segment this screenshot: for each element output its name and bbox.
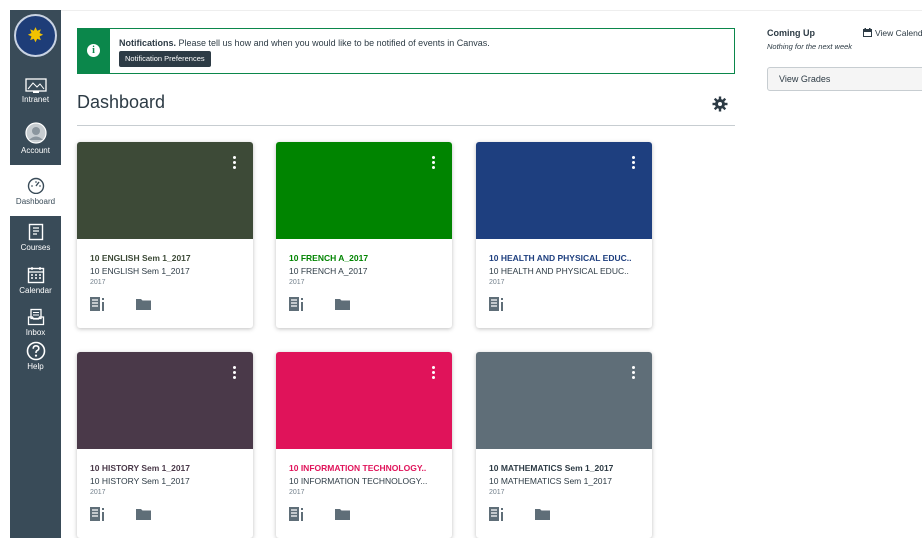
card-hero[interactable] [476, 142, 652, 239]
files-icon[interactable] [335, 508, 350, 520]
nav-label: Inbox [25, 328, 46, 337]
course-subtitle: 10 HEALTH AND PHYSICAL EDUC.. [489, 266, 629, 276]
course-title[interactable]: 10 MATHEMATICS Sem 1_2017 [489, 463, 613, 473]
card-options-icon[interactable] [233, 366, 237, 381]
announcements-icon[interactable] [90, 507, 106, 521]
nav-item-help[interactable]: Help [10, 341, 61, 377]
card-hero[interactable] [476, 352, 652, 449]
card-options-icon[interactable] [432, 156, 436, 171]
card-hero[interactable] [77, 352, 253, 449]
course-title[interactable]: 10 HISTORY Sem 1_2017 [90, 463, 190, 473]
course-title[interactable]: 10 FRENCH A_2017 [289, 253, 368, 263]
help-icon [26, 341, 45, 361]
nav-item-courses[interactable]: Courses [10, 223, 61, 259]
course-term: 2017 [90, 489, 106, 496]
view-grades-button[interactable]: View Grades [767, 67, 922, 91]
course-term: 2017 [289, 489, 305, 496]
card-hero[interactable] [77, 142, 253, 239]
announcements-icon[interactable] [289, 297, 305, 311]
nav-label: Help [27, 362, 44, 371]
card-hero[interactable] [276, 142, 452, 239]
announcements-icon[interactable] [289, 507, 305, 521]
course-term: 2017 [289, 279, 305, 286]
card-options-icon[interactable] [632, 156, 636, 171]
page-title: Dashboard [77, 92, 166, 112]
left-edge [0, 10, 10, 538]
nav-label: Courses [20, 243, 51, 252]
calendar-icon [27, 267, 44, 284]
announcements-icon[interactable] [489, 297, 505, 311]
course-subtitle: 10 HISTORY Sem 1_2017 [90, 476, 190, 486]
course-term: 2017 [489, 489, 505, 496]
nav-item-inbox[interactable]: Inbox [10, 308, 61, 344]
card-options-icon[interactable] [233, 156, 237, 171]
course-card[interactable]: 10 MATHEMATICS Sem 1_2017 10 MATHEMATICS… [476, 352, 652, 538]
notification-title: Notifications. [119, 38, 177, 48]
nav-item-calendar[interactable]: Calendar [10, 266, 61, 302]
avatar-icon [24, 122, 47, 144]
files-icon[interactable] [136, 298, 151, 310]
course-subtitle: 10 MATHEMATICS Sem 1_2017 [489, 476, 612, 486]
nav-label: Calendar [19, 286, 52, 295]
course-card[interactable]: 10 ENGLISH Sem 1_2017 10 ENGLISH Sem 1_2… [77, 142, 253, 328]
info-icon: i [87, 44, 100, 57]
course-title[interactable]: 10 ENGLISH Sem 1_2017 [90, 253, 191, 263]
nav-item-intranet[interactable]: Intranet [10, 78, 61, 116]
course-term: 2017 [90, 279, 106, 286]
nav-item-dashboard[interactable]: Dashboard [10, 165, 61, 216]
course-subtitle: 10 FRENCH A_2017 [289, 266, 368, 276]
courses-icon [28, 223, 43, 241]
course-card[interactable]: 10 HISTORY Sem 1_2017 10 HISTORY Sem 1_2… [77, 352, 253, 538]
coming-up-heading: Coming Up [767, 28, 815, 38]
nav-label: Intranet [21, 95, 50, 104]
card-options-icon[interactable] [432, 366, 436, 381]
course-card[interactable]: 10 HEALTH AND PHYSICAL EDUC.. 10 HEALTH … [476, 142, 652, 328]
course-title[interactable]: 10 HEALTH AND PHYSICAL EDUC.. [489, 253, 631, 263]
nav-label: Account [21, 146, 50, 155]
view-calendar-link[interactable]: View Calenda [863, 28, 922, 38]
course-subtitle: 10 ENGLISH Sem 1_2017 [90, 266, 190, 276]
card-options-icon[interactable] [632, 366, 636, 381]
dashboard-icon [27, 177, 44, 194]
files-icon[interactable] [136, 508, 151, 520]
coming-up-empty: Nothing for the next week [767, 42, 853, 51]
inbox-icon [27, 308, 44, 326]
gear-icon[interactable] [712, 96, 728, 112]
course-card[interactable]: 10 FRENCH A_2017 10 FRENCH A_2017 2017 [276, 142, 452, 328]
school-logo[interactable]: ✸ [14, 14, 57, 57]
announcements-icon[interactable] [489, 507, 505, 521]
view-calendar-label[interactable]: View Calenda [875, 28, 922, 38]
intranet-icon [24, 78, 47, 93]
nav-label: Dashboard [15, 197, 56, 206]
files-icon[interactable] [535, 508, 550, 520]
notification-message: Notifications. Please tell us how and wh… [119, 38, 490, 48]
course-subtitle: 10 INFORMATION TECHNOLOGY... [289, 476, 428, 486]
notification-side: i [78, 29, 110, 73]
global-nav: ✸ Intranet Account Dashboard Courses Cal… [10, 10, 61, 538]
notification-text: Please tell us how and when you would li… [178, 38, 490, 48]
nav-item-account[interactable]: Account [10, 122, 61, 160]
course-card[interactable]: 10 INFORMATION TECHNOLOGY.. 10 INFORMATI… [276, 352, 452, 538]
card-hero[interactable] [276, 352, 452, 449]
course-title[interactable]: 10 INFORMATION TECHNOLOGY.. [289, 463, 426, 473]
notification-banner: i Notifications. Please tell us how and … [77, 28, 735, 74]
top-border [0, 0, 922, 11]
header-divider [77, 125, 735, 126]
calendar-icon [863, 28, 872, 37]
announcements-icon[interactable] [90, 297, 106, 311]
course-term: 2017 [489, 279, 505, 286]
star-logo-icon: ✸ [27, 25, 44, 47]
files-icon[interactable] [335, 298, 350, 310]
notification-preferences-button[interactable]: Notification Preferences [119, 51, 211, 67]
